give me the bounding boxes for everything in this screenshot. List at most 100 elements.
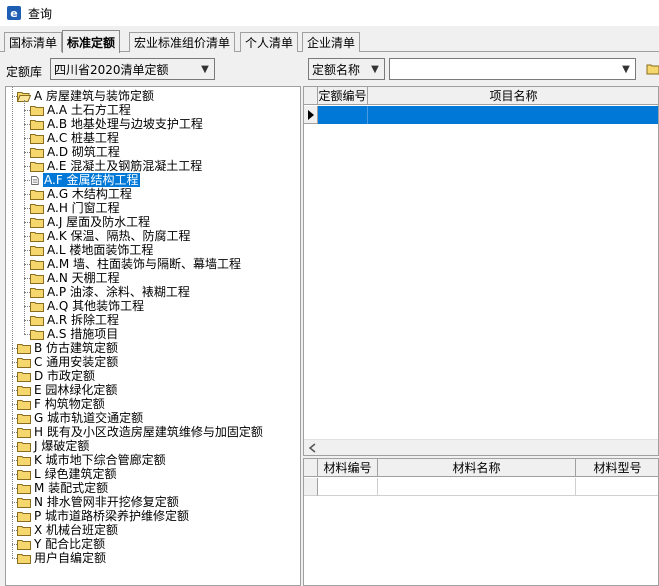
- tree-node-a-child[interactable]: A.B 地基处理与边坡支护工程: [30, 117, 204, 131]
- folder-icon: [30, 147, 44, 158]
- tree-node-a-child[interactable]: A.A 土石方工程: [30, 103, 132, 117]
- tree-node-top-level[interactable]: N 排水管网非开挖修复定额: [17, 495, 180, 509]
- tab-enterprise-list[interactable]: 企业清单: [302, 32, 361, 52]
- folder-icon: [30, 273, 44, 284]
- tree-node-label: X 机械台班定额: [34, 523, 119, 537]
- tree-node-a-child[interactable]: A.P 油漆、涂料、裱糊工程: [30, 285, 191, 299]
- folder-icon: [30, 161, 44, 172]
- folder-icon: [30, 259, 44, 270]
- folder-icon: [17, 497, 31, 508]
- quota-grid[interactable]: 定额编号 项目名称: [303, 86, 659, 456]
- grid-corner: [304, 459, 318, 477]
- search-mode-select[interactable]: 定额名称 ▼: [308, 58, 385, 80]
- tree-node-label: H 既有及小区改造房屋建筑维修与加固定额: [34, 425, 263, 439]
- tree-node-a-child[interactable]: A.N 天棚工程: [30, 271, 121, 285]
- tree-node-label: A.L 楼地面装饰工程: [47, 243, 154, 257]
- tree-node-top-level[interactable]: D 市政定额: [17, 369, 96, 383]
- tree-node-a-child[interactable]: A.R 拆除工程: [30, 313, 120, 327]
- table-cell[interactable]: [378, 478, 576, 496]
- folder-icon: [30, 105, 44, 116]
- table-row[interactable]: [318, 106, 658, 124]
- library-select[interactable]: 四川省2020清单定额 ▼: [50, 58, 215, 80]
- tree-node-a-child[interactable]: A.L 楼地面装饰工程: [30, 243, 154, 257]
- tree-node-a-child[interactable]: A.E 混凝土及钢筋混凝土工程: [30, 159, 203, 173]
- folder-icon: [30, 133, 44, 144]
- tree-node-label: A.B 地基处理与边坡支护工程: [47, 117, 203, 131]
- tab-gb-list[interactable]: 国标清单: [4, 32, 63, 52]
- open-folder-icon[interactable]: [646, 61, 659, 77]
- tree-node-label: J 爆破定额: [34, 439, 90, 453]
- folder-icon: [17, 525, 31, 536]
- tree-node-label: A.G 木结构工程: [47, 187, 132, 201]
- folder-icon: [17, 511, 31, 522]
- folder-icon: [17, 399, 31, 410]
- tab-hongye-list[interactable]: 宏业标准组价清单: [129, 32, 236, 52]
- tree-node-top-level[interactable]: M 装配式定额: [17, 481, 109, 495]
- library-select-value: 四川省2020清单定额: [54, 62, 169, 77]
- tree-node-top-level[interactable]: F 构筑物定额: [17, 397, 106, 411]
- tree-node-label: A.N 天棚工程: [47, 271, 120, 285]
- folder-icon: [30, 287, 44, 298]
- library-label: 定额库: [6, 65, 43, 79]
- tree-node-top-level[interactable]: K 城市地下综合管廊定额: [17, 453, 167, 467]
- folder-icon: [17, 371, 31, 382]
- tree-node-a-child[interactable]: A.G 木结构工程: [30, 187, 133, 201]
- tree-node-a-child[interactable]: A.C 桩基工程: [30, 131, 120, 145]
- tree-node-label: A.K 保温、隔热、防腐工程: [47, 229, 191, 243]
- scroll-left-icon[interactable]: [308, 443, 316, 453]
- table-cell[interactable]: [318, 478, 378, 496]
- tree-node-label: L 绿色建筑定额: [34, 467, 117, 481]
- tree-node-label: A.J 屋面及防水工程: [47, 215, 151, 229]
- chevron-down-icon: ▼: [622, 63, 630, 75]
- row-indicator[interactable]: [304, 478, 318, 496]
- folder-icon: [17, 413, 31, 424]
- tree-node-a-child[interactable]: A.F 金属结构工程: [30, 173, 140, 187]
- tree-node-a-child[interactable]: A.K 保温、隔热、防腐工程: [30, 229, 192, 243]
- row-indicator[interactable]: [304, 106, 318, 124]
- tree-node-label: 用户自编定额: [34, 551, 107, 565]
- tab-personal-list[interactable]: 个人清单: [240, 32, 299, 52]
- folder-icon: [30, 203, 44, 214]
- tree-node-label: C 通用安装定额: [34, 355, 119, 369]
- tree-node-top-level[interactable]: X 机械台班定额: [17, 523, 119, 537]
- search-input[interactable]: ▼: [389, 58, 636, 80]
- tree-node-label: M 装配式定额: [34, 481, 109, 495]
- tree-node-label: A.D 砌筑工程: [47, 145, 120, 159]
- horizontal-scrollbar[interactable]: [304, 439, 658, 455]
- folder-icon: [30, 119, 44, 130]
- tree-node-a-child[interactable]: A.H 门窗工程: [30, 201, 121, 215]
- folder-icon: [17, 441, 31, 452]
- current-row-icon: [307, 109, 314, 120]
- column-header-material-name[interactable]: 材料名称: [378, 459, 576, 477]
- column-header-item-name[interactable]: 项目名称: [368, 87, 658, 105]
- column-header-quota-code[interactable]: 定额编号: [318, 87, 368, 105]
- tree-node-label: A.S 措施项目: [47, 327, 119, 341]
- tree-node-a-child[interactable]: A.J 屋面及防水工程: [30, 215, 151, 229]
- tree-node-a-child[interactable]: A.M 墙、柱面装饰与隔断、幕墙工程: [30, 257, 242, 271]
- tree-node-label: E 园林绿化定额: [34, 383, 118, 397]
- material-grid[interactable]: 材料编号 材料名称 材料型号: [303, 458, 659, 586]
- tree-node-top-level[interactable]: E 园林绿化定额: [17, 383, 118, 397]
- tree-node-top-level[interactable]: J 爆破定额: [17, 439, 90, 453]
- tab-standard-quota[interactable]: 标准定额: [62, 30, 121, 53]
- column-header-material-model[interactable]: 材料型号: [576, 459, 658, 477]
- tree-node-a-child[interactable]: A.D 砌筑工程: [30, 145, 121, 159]
- tree-node-top-level[interactable]: G 城市轨道交通定额: [17, 411, 144, 425]
- tree-node-top-level[interactable]: H 既有及小区改造房屋建筑维修与加固定额: [17, 425, 264, 439]
- tree-node-top-level[interactable]: 用户自编定额: [17, 551, 107, 565]
- tree-node-top-level[interactable]: C 通用安装定额: [17, 355, 119, 369]
- tree-node-root-a[interactable]: A 房屋建筑与装饰定额: [17, 89, 155, 103]
- folder-icon: [30, 329, 44, 340]
- tree-node-top-level[interactable]: P 城市道路桥梁养护维修定额: [17, 509, 190, 523]
- toolbar: 定额库 四川省2020清单定额 ▼ 定额名称 ▼ ▼: [0, 58, 659, 82]
- tree-node-a-child[interactable]: A.Q 其他装饰工程: [30, 299, 145, 313]
- column-header-material-code[interactable]: 材料编号: [318, 459, 378, 477]
- tree-node-top-level[interactable]: L 绿色建筑定额: [17, 467, 118, 481]
- tree-node-label: A.H 门窗工程: [47, 201, 120, 215]
- folder-icon: [30, 189, 44, 200]
- tree-node-a-child[interactable]: A.S 措施项目: [30, 327, 119, 341]
- table-cell[interactable]: [576, 478, 658, 496]
- tree-node-top-level[interactable]: Y 配合比定额: [17, 537, 106, 551]
- quota-tree[interactable]: A 房屋建筑与装饰定额 A.A 土石方工程 A.B 地基处理与边坡支护工程 A.C 桩…: [5, 86, 301, 586]
- tree-node-top-level[interactable]: B 仿古建筑定额: [17, 341, 119, 355]
